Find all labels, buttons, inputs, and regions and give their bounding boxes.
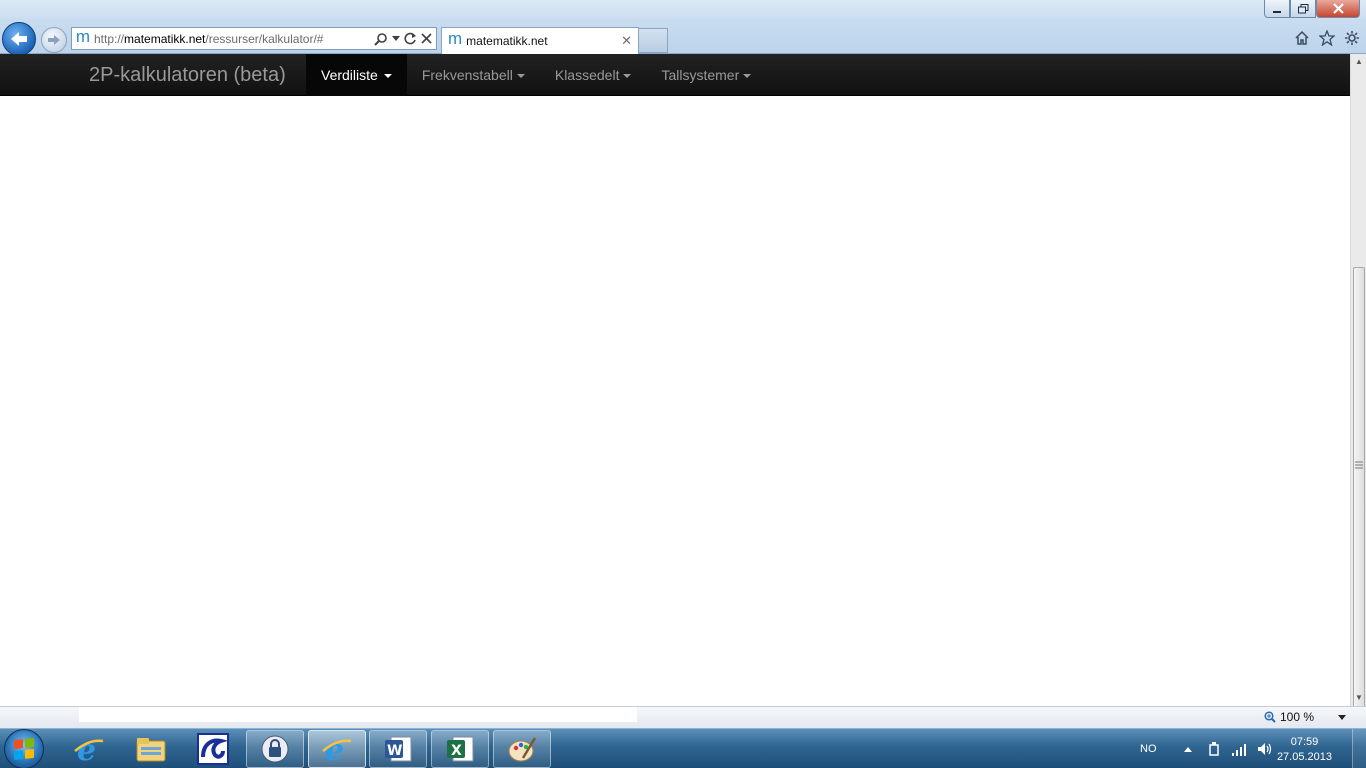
word-icon: W bbox=[385, 736, 412, 762]
new-tab-button[interactable] bbox=[639, 28, 668, 53]
volume-icon[interactable] bbox=[1257, 742, 1273, 756]
internet-explorer-icon: e bbox=[322, 733, 352, 765]
page-content bbox=[0, 96, 1350, 706]
windows-explorer-icon bbox=[136, 738, 166, 762]
close-window-button[interactable] bbox=[1316, 0, 1360, 18]
restore-button[interactable] bbox=[1290, 0, 1316, 18]
network-signal-icon[interactable] bbox=[1231, 742, 1247, 756]
browser-status-bar: 100 % bbox=[0, 706, 1366, 728]
window-controls bbox=[1264, 0, 1360, 18]
nav-item-tallsystemer[interactable]: Tallsystemer bbox=[646, 54, 766, 96]
address-bar[interactable]: m http://matematikk.net/ressurser/kalkul… bbox=[71, 27, 437, 50]
windows-logo-icon bbox=[14, 737, 34, 761]
caret-down-icon bbox=[383, 74, 392, 78]
tools-gear-icon[interactable] bbox=[1344, 30, 1360, 46]
internet-explorer-icon: e bbox=[74, 733, 104, 765]
paint-icon bbox=[508, 737, 537, 762]
nav-item-verdiliste[interactable]: Verdiliste bbox=[306, 54, 407, 96]
caret-down-icon bbox=[623, 74, 632, 78]
svg-text:e: e bbox=[325, 733, 344, 765]
zoom-level: 100 % bbox=[1279, 710, 1314, 724]
nav-item-label: Klassedelt bbox=[554, 67, 620, 83]
nav-item-klassedelt[interactable]: Klassedelt bbox=[540, 54, 647, 96]
minimize-button[interactable] bbox=[1264, 0, 1290, 18]
site-navbar: 2P-kalkulatoren (beta) Verdiliste Frekve… bbox=[0, 54, 1350, 96]
svg-text:W: W bbox=[387, 743, 402, 759]
taskbar-paint[interactable] bbox=[493, 730, 551, 768]
title-bar bbox=[0, 0, 1260, 20]
forward-arrow-icon bbox=[48, 35, 60, 45]
windows-taskbar: e e W X NO 07:59 27.05.2013 bbox=[0, 728, 1366, 768]
zoom-control[interactable]: 100 % bbox=[1264, 710, 1346, 724]
scroll-down-arrow-icon[interactable]: ▼ bbox=[1351, 690, 1366, 706]
tab-favicon-icon: m bbox=[448, 29, 463, 48]
stop-icon[interactable] bbox=[421, 33, 432, 44]
browser-toolbar-icons bbox=[1294, 30, 1360, 46]
safely-remove-hardware-icon[interactable] bbox=[1207, 741, 1221, 757]
grip-icon bbox=[1355, 461, 1363, 469]
favorites-star-icon[interactable] bbox=[1319, 30, 1335, 46]
svg-text:X: X bbox=[451, 743, 462, 759]
url-path: /ressurser/kalkulator/# bbox=[205, 31, 324, 46]
caret-down-icon bbox=[516, 74, 525, 78]
tab-title: matematikk.net bbox=[466, 34, 548, 48]
clock-time: 07:59 bbox=[1290, 736, 1319, 748]
minimize-icon bbox=[1273, 10, 1281, 13]
start-button[interactable] bbox=[4, 729, 44, 768]
site-favicon-icon: m bbox=[75, 27, 91, 46]
taskbar-usb-lock[interactable] bbox=[246, 730, 304, 768]
language-indicator[interactable]: NO bbox=[1140, 743, 1157, 755]
system-tray: NO bbox=[1140, 729, 1273, 768]
close-icon bbox=[1332, 3, 1344, 14]
clock-date: 27.05.2013 bbox=[1276, 751, 1332, 763]
dropdown-arrow-icon[interactable] bbox=[392, 35, 400, 42]
back-button[interactable] bbox=[2, 22, 36, 56]
system-clock[interactable]: 07:59 27.05.2013 bbox=[1277, 735, 1332, 765]
address-url[interactable]: http://matematikk.net/ressurser/kalkulat… bbox=[94, 32, 374, 46]
taskbar-word[interactable]: W bbox=[369, 730, 427, 768]
nav-item-label: Verdiliste bbox=[321, 67, 378, 83]
taskbar-internet-explorer-active[interactable]: e bbox=[308, 730, 366, 768]
url-prefix: http:// bbox=[94, 31, 125, 46]
browser-tab[interactable]: m matematikk.net ✕ bbox=[441, 27, 639, 54]
navbar-menu: Verdiliste Frekvenstabell Klassedelt Tal… bbox=[306, 54, 766, 96]
status-text-area bbox=[79, 707, 637, 722]
navbar-brand[interactable]: 2P-kalkulatoren (beta) bbox=[89, 64, 286, 87]
zoom-dropdown-icon[interactable] bbox=[1338, 714, 1346, 720]
taskbar-excel[interactable]: X bbox=[431, 730, 489, 768]
taskbar-internet-explorer[interactable]: e bbox=[60, 730, 118, 768]
refresh-icon[interactable] bbox=[404, 32, 417, 45]
caret-down-icon bbox=[743, 74, 752, 78]
url-host: matematikk.net bbox=[124, 31, 206, 46]
usb-lock-icon bbox=[261, 735, 289, 763]
excel-icon: X bbox=[447, 736, 474, 762]
taskbar-windows-explorer[interactable] bbox=[122, 730, 180, 768]
forward-button[interactable] bbox=[41, 27, 67, 53]
tab-close-icon[interactable]: ✕ bbox=[621, 33, 638, 49]
scroll-up-arrow-icon[interactable]: ▲ bbox=[1351, 54, 1366, 70]
vertical-scrollbar[interactable]: ▲ ▼ bbox=[1350, 54, 1366, 717]
address-tools bbox=[374, 32, 436, 46]
nav-item-frekvenstabell[interactable]: Frekvenstabell bbox=[407, 54, 540, 96]
back-arrow-icon bbox=[11, 32, 27, 46]
svg-text:e: e bbox=[77, 733, 96, 765]
zoom-magnifier-icon bbox=[1264, 711, 1276, 723]
taskbar-app-logo[interactable] bbox=[184, 730, 242, 768]
show-desktop-button[interactable] bbox=[1352, 729, 1366, 768]
restore-icon bbox=[1297, 3, 1308, 13]
search-icon[interactable] bbox=[374, 32, 388, 46]
nav-item-label: Frekvenstabell bbox=[421, 67, 513, 83]
show-hidden-icons-icon[interactable] bbox=[1183, 745, 1193, 753]
home-icon[interactable] bbox=[1294, 30, 1310, 46]
scrollbar-thumb[interactable] bbox=[1353, 267, 1365, 717]
browser-chrome: m http://matematikk.net/ressurser/kalkul… bbox=[0, 0, 1366, 56]
app-logo-icon bbox=[197, 733, 229, 765]
nav-item-label: Tallsystemer bbox=[661, 67, 740, 83]
